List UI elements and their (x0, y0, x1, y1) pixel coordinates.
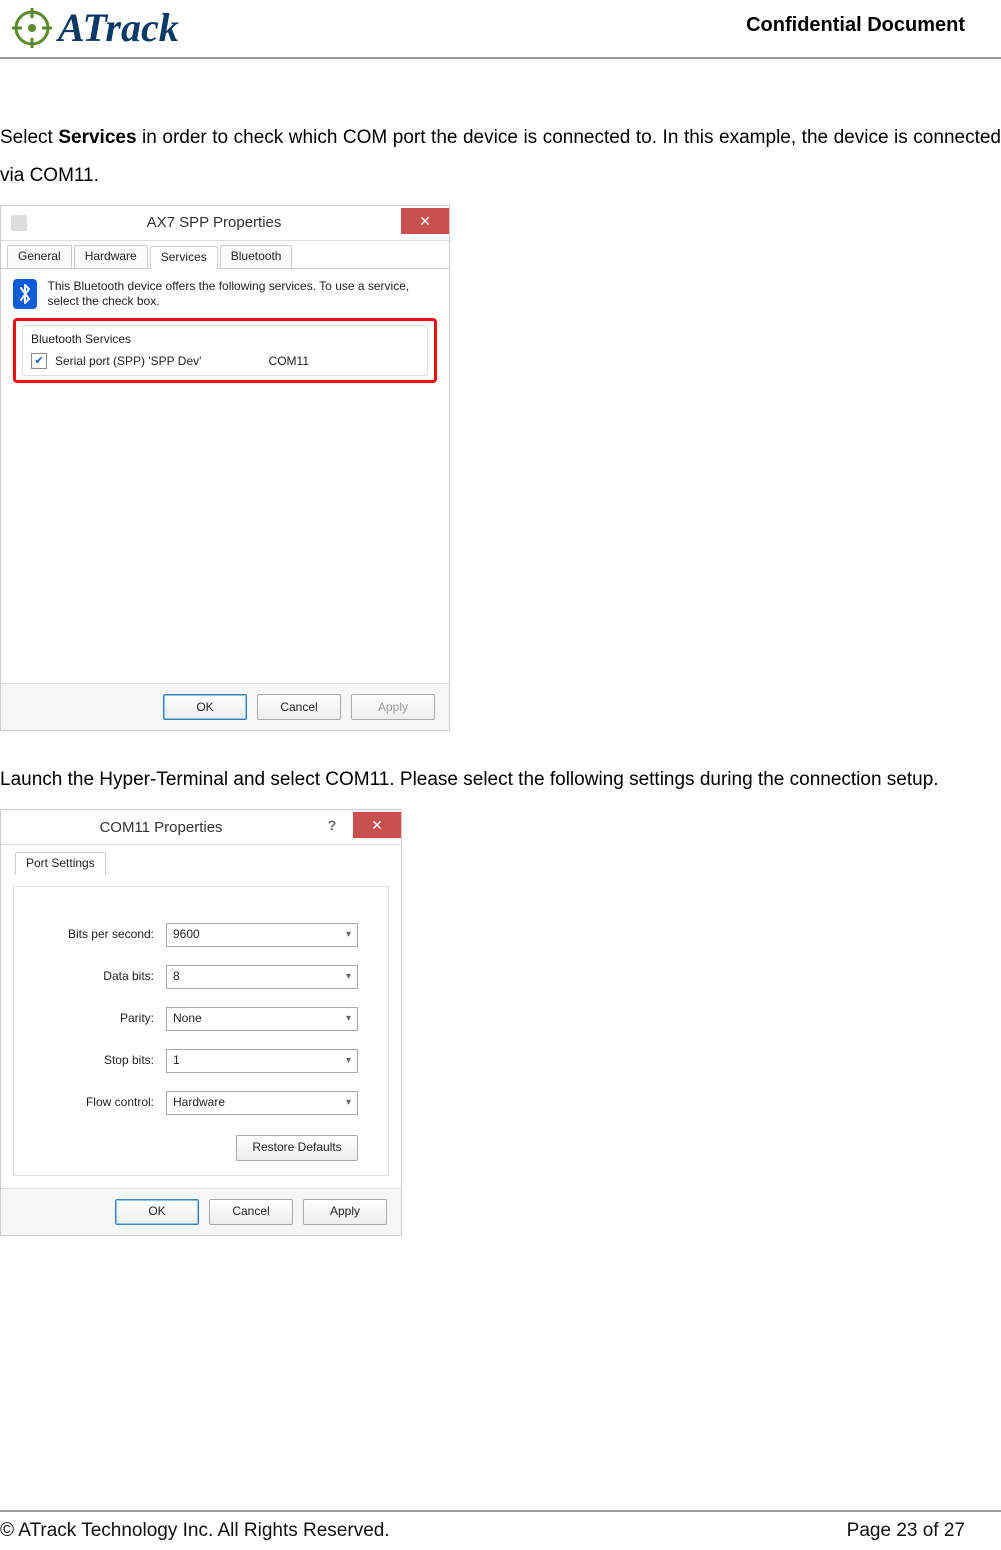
ax7-properties-dialog: AX7 SPP Properties ✕ General Hardware Se… (0, 205, 450, 731)
dialog2-titlebar: COM11 Properties ? ✕ (1, 810, 401, 845)
dialog-tabs: General Hardware Services Bluetooth (1, 245, 449, 269)
service-row: ✔ Serial port (SPP) 'SPP Dev' COM11 (31, 353, 419, 369)
cancel-button[interactable]: Cancel (257, 694, 341, 720)
parity-value: None (173, 1011, 202, 1027)
tab-services[interactable]: Services (150, 246, 218, 269)
service-com-port: COM11 (269, 354, 419, 370)
close-button[interactable]: ✕ (401, 208, 449, 234)
flow-control-value: Hardware (173, 1095, 225, 1111)
data-bits-value: 8 (173, 969, 180, 985)
port-settings-fields: Bits per second: 9600 ▾ Data bits: 8 ▾ P… (13, 886, 389, 1176)
dialog-titlebar: AX7 SPP Properties ✕ (1, 206, 449, 241)
apply-button-2[interactable]: Apply (303, 1199, 387, 1225)
apply-button[interactable]: Apply (351, 694, 435, 720)
cancel-button-2[interactable]: Cancel (209, 1199, 293, 1225)
bits-per-second-combo[interactable]: 9600 ▾ (166, 923, 358, 947)
service-name: Serial port (SPP) 'SPP Dev' (55, 354, 201, 370)
dialog-title: AX7 SPP Properties (27, 213, 401, 233)
dialog-button-bar: OK Cancel Apply (1, 683, 449, 730)
ok-button-2[interactable]: OK (115, 1199, 199, 1225)
stop-bits-label: Stop bits: (44, 1053, 154, 1069)
close-icon: ✕ (419, 212, 431, 230)
stop-bits-value: 1 (173, 1053, 180, 1069)
service-checkbox[interactable]: ✔ (31, 353, 47, 369)
data-bits-combo[interactable]: 8 ▾ (166, 965, 358, 989)
flow-control-combo[interactable]: Hardware ▾ (166, 1091, 358, 1115)
chevron-down-icon: ▾ (346, 970, 351, 983)
close-icon: ✕ (371, 816, 383, 834)
restore-defaults-button[interactable]: Restore Defaults (236, 1135, 358, 1161)
dialog2-title: COM11 Properties (11, 818, 311, 838)
com11-properties-dialog: COM11 Properties ? ✕ Port Settings Bits … (0, 809, 402, 1236)
chevron-down-icon: ▾ (346, 1012, 351, 1025)
ok-button[interactable]: OK (163, 694, 247, 720)
data-bits-label: Data bits: (44, 969, 154, 985)
help-button[interactable]: ? (311, 812, 353, 838)
dialog-intro-text: This Bluetooth device offers the followi… (47, 279, 437, 310)
paragraph-1: Select Services in order to check which … (0, 119, 1001, 195)
tab-general[interactable]: General (7, 245, 72, 268)
copyright-text: © ATrack Technology Inc. All Rights Rese… (0, 1520, 390, 1542)
chevron-down-icon: ▾ (346, 1054, 351, 1067)
paragraph-2: Launch the Hyper-Terminal and select COM… (0, 761, 1001, 799)
stop-bits-combo[interactable]: 1 ▾ (166, 1049, 358, 1073)
tab-port-settings[interactable]: Port Settings (15, 852, 106, 875)
dialog2-button-bar: OK Cancel Apply (1, 1188, 401, 1235)
brand-text: ATrack (58, 4, 179, 51)
page-header: ATrack Confidential Document (0, 0, 1001, 59)
bluetooth-services-group-highlight: Bluetooth Services ✔ Serial port (SPP) '… (13, 318, 437, 384)
bits-per-second-label: Bits per second: (44, 927, 154, 943)
bluetooth-icon (13, 279, 37, 309)
dialog-sysicon (11, 215, 27, 231)
close-button-2[interactable]: ✕ (353, 812, 401, 838)
crosshair-icon (12, 8, 52, 48)
parity-label: Parity: (44, 1011, 154, 1027)
dialog2-tabs: Port Settings (9, 851, 401, 874)
page-body: Select Services in order to check which … (0, 59, 1001, 1510)
bits-per-second-value: 9600 (173, 927, 200, 943)
tab-bluetooth[interactable]: Bluetooth (220, 245, 293, 268)
parity-combo[interactable]: None ▾ (166, 1007, 358, 1031)
tab-hardware[interactable]: Hardware (74, 245, 148, 268)
page-footer: © ATrack Technology Inc. All Rights Rese… (0, 1510, 1001, 1550)
chevron-down-icon: ▾ (346, 1096, 351, 1109)
help-icon: ? (328, 816, 337, 834)
page-number: Page 23 of 27 (847, 1520, 965, 1542)
chevron-down-icon: ▾ (346, 928, 351, 941)
group-title: Bluetooth Services (31, 332, 419, 348)
confidential-label: Confidential Document (746, 14, 965, 37)
brand-logo: ATrack (12, 4, 179, 51)
flow-control-label: Flow control: (44, 1095, 154, 1111)
